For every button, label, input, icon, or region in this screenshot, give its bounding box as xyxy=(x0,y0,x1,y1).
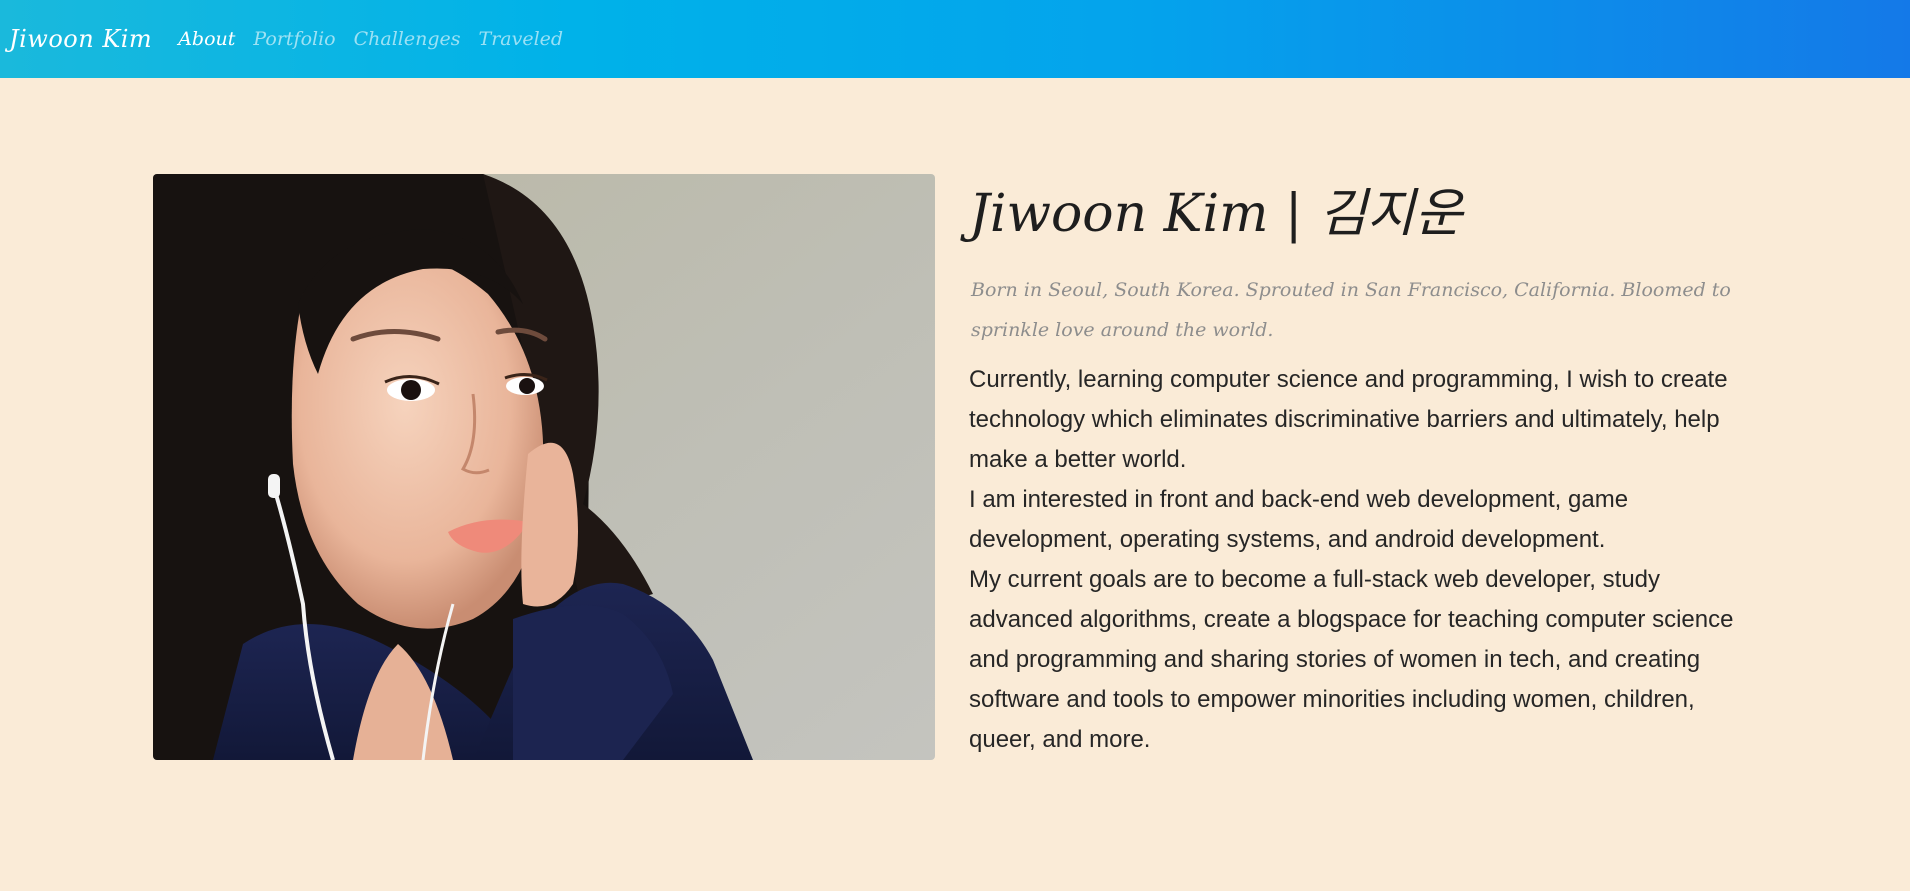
nav-link-traveled[interactable]: Traveled xyxy=(479,28,564,50)
profile-content: Jiwoon Kim | 김지운 Born in Seoul, South Ko… xyxy=(969,176,1759,760)
nav-link-about[interactable]: About xyxy=(178,28,235,50)
bio-paragraph-learning: Currently, learning computer science and… xyxy=(969,366,1728,473)
top-navbar: Jiwoon Kim About Portfolio Challenges Tr… xyxy=(0,0,1910,78)
bio-paragraph-goals: My current goals are to become a full-st… xyxy=(969,566,1734,753)
bio-paragraph-interests: I am interested in front and back-end we… xyxy=(969,486,1629,553)
nav-link-challenges[interactable]: Challenges xyxy=(354,28,461,50)
nav-link-portfolio[interactable]: Portfolio xyxy=(253,28,335,50)
brand-link[interactable]: Jiwoon Kim xyxy=(9,25,152,53)
nav-links: About Portfolio Challenges Traveled xyxy=(178,28,581,50)
profile-photo xyxy=(153,174,935,760)
page-title: Jiwoon Kim | 김지운 xyxy=(969,184,1463,244)
bio-text: Currently, learning computer science and… xyxy=(969,360,1759,760)
profile-tagline: Born in Seoul, South Korea. Sprouted in … xyxy=(971,279,1731,341)
